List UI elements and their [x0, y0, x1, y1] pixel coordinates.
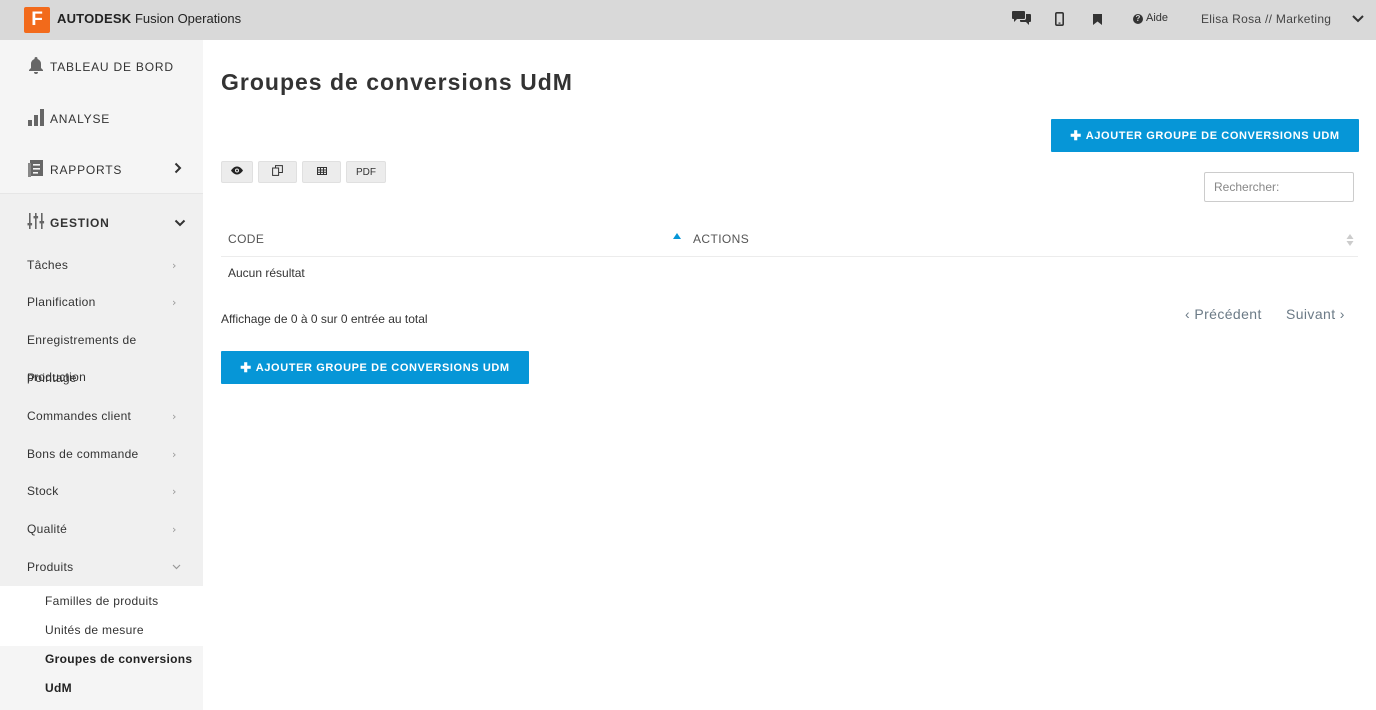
top-bar: F AUTODESK Fusion Operations ? Aide Elisa… — [0, 0, 1376, 40]
sidebar-item-pointage[interactable]: Pointage — [27, 371, 77, 385]
bookmark-icon[interactable] — [1093, 13, 1102, 29]
sidebar-item-planification[interactable]: Planification — [27, 295, 96, 309]
mobile-icon[interactable] — [1055, 12, 1065, 30]
add-conversion-group-button-top[interactable]: ✚ AJOUTER GROUPE DE CONVERSIONS UDM — [1051, 119, 1359, 152]
sidebar-item-stock[interactable]: Stock — [27, 484, 59, 498]
bell-icon — [27, 56, 45, 77]
chevron-right-icon: › — [1339, 306, 1345, 322]
copy-button[interactable] — [258, 161, 297, 183]
chevron-down-icon — [172, 560, 181, 573]
add-conversion-group-button-bottom[interactable]: ✚ AJOUTER GROUPE DE CONVERSIONS UDM — [221, 351, 529, 384]
sidebar-item-label: GESTION — [50, 215, 110, 230]
chevron-down-icon — [174, 216, 186, 230]
sliders-icon — [27, 212, 45, 233]
table-icon — [316, 166, 327, 178]
sidebar-item-taches[interactable]: Tâches — [27, 258, 68, 272]
chevron-right-icon: › — [172, 296, 177, 309]
plus-icon: ✚ — [240, 359, 252, 375]
chevron-right-icon: › — [172, 410, 177, 423]
button-label: AJOUTER GROUPE DE CONVERSIONS UDM — [1085, 129, 1340, 142]
sidebar-item-label: RAPPORTS — [50, 162, 123, 177]
sidebar: TABLEAU DE BORD ANALYSE RAPPORTS GESTION… — [0, 40, 203, 710]
sidebar-item-qualite[interactable]: Qualité — [27, 522, 67, 536]
submenu-item-familles[interactable]: Familles de produits — [45, 594, 158, 608]
sidebar-item-enregistrements[interactable]: Enregistrements de — [27, 333, 136, 347]
fusion-logo-icon[interactable]: F — [24, 7, 50, 33]
empty-table-message: Aucun résultat — [228, 266, 305, 280]
sidebar-item-analyse[interactable]: ANALYSE — [27, 108, 110, 129]
bar-chart-icon — [27, 108, 45, 129]
sort-ascending-icon[interactable] — [673, 233, 681, 239]
sidebar-item-label: TABLEAU DE BORD — [50, 59, 174, 74]
column-visibility-button[interactable] — [221, 161, 253, 183]
search-input[interactable] — [1204, 172, 1354, 202]
help-label: Aide — [1146, 12, 1169, 24]
previous-label: Précédent — [1194, 306, 1262, 322]
help-link[interactable]: ? Aide — [1133, 12, 1168, 24]
column-header-actions[interactable]: ACTIONS — [693, 232, 749, 246]
sort-both-icon[interactable] — [1346, 232, 1354, 251]
next-label: Suivant — [1286, 306, 1336, 322]
sidebar-divider — [0, 193, 203, 194]
sidebar-item-rapports[interactable]: RAPPORTS — [27, 159, 182, 180]
column-header-code[interactable]: CODE — [228, 232, 264, 246]
help-icon: ? — [1133, 14, 1143, 24]
chevron-right-icon: › — [172, 523, 177, 536]
table-info: Affichage de 0 à 0 sur 0 entrée au total — [221, 312, 428, 326]
brand-name: AUTODESK — [57, 11, 132, 26]
sidebar-item-dashboard[interactable]: TABLEAU DE BORD — [27, 56, 174, 77]
sidebar-item-commandes-client[interactable]: Commandes client — [27, 409, 131, 423]
eye-icon — [230, 166, 244, 178]
submenu-item-groupes-conversions[interactable]: Groupes de conversions — [45, 652, 192, 666]
pagination-previous[interactable]: ‹ Précédent — [1185, 306, 1262, 322]
chevron-right-icon: › — [172, 259, 177, 272]
pagination-next[interactable]: Suivant › — [1286, 306, 1345, 322]
copy-icon — [272, 165, 283, 179]
product-name: Fusion Operations — [134, 11, 242, 26]
csv-export-button[interactable] — [302, 161, 341, 183]
page-title: Groupes de conversions UdM — [221, 69, 573, 95]
report-icon — [27, 159, 45, 180]
submenu-item-groupes-conversions-line2[interactable]: UdM — [45, 681, 72, 695]
sidebar-item-produits[interactable]: Produits — [27, 560, 73, 574]
user-menu[interactable]: Elisa Rosa // Marketing — [1201, 12, 1331, 26]
app-brand[interactable]: AUTODESK Fusion Operations — [57, 11, 241, 26]
sidebar-item-gestion[interactable]: GESTION — [27, 212, 186, 233]
sidebar-item-label: ANALYSE — [50, 111, 111, 126]
pdf-export-button[interactable]: PDF — [346, 161, 386, 183]
chat-icon[interactable] — [1011, 9, 1033, 31]
chevron-right-icon — [174, 162, 182, 177]
chevron-right-icon: › — [172, 485, 177, 498]
button-label: AJOUTER GROUPE DE CONVERSIONS UDM — [255, 361, 510, 374]
table-header-divider — [221, 256, 1358, 257]
sidebar-item-bons-de-commande[interactable]: Bons de commande — [27, 447, 139, 461]
chevron-right-icon: › — [172, 448, 177, 461]
chevron-left-icon: ‹ — [1185, 306, 1191, 322]
chevron-down-icon[interactable] — [1352, 11, 1364, 31]
submenu-item-unites[interactable]: Unités de mesure — [45, 623, 144, 637]
plus-icon: ✚ — [1070, 127, 1082, 143]
